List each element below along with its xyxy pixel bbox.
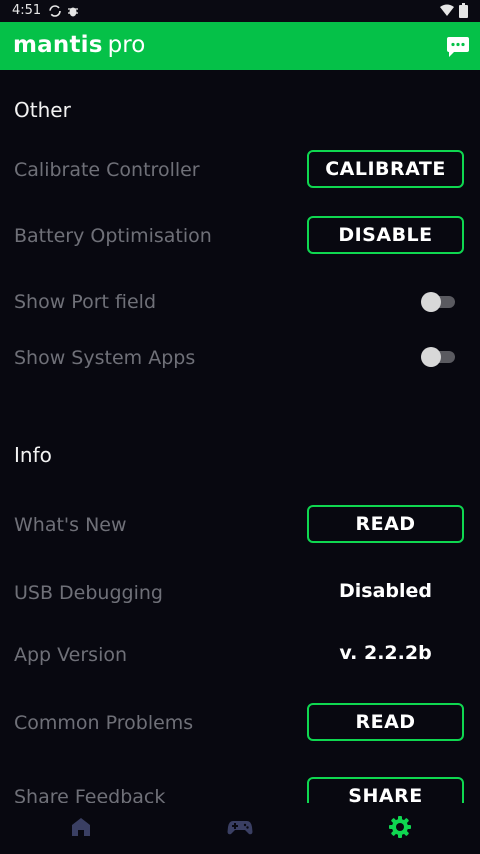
- toggle-knob: [421, 292, 441, 312]
- status-time: 4:51: [12, 3, 42, 18]
- wifi-icon: [440, 4, 454, 16]
- app-version-label: App Version: [14, 644, 128, 666]
- app-logo: mantis pro: [13, 31, 145, 59]
- battery-icon: [459, 3, 468, 18]
- brand-suffix: pro: [107, 32, 146, 58]
- show-port-field-label: Show Port field: [14, 291, 157, 313]
- section-title-info: Info: [14, 443, 52, 467]
- bottom-navigation: [0, 803, 480, 854]
- status-bar: 4:51: [0, 0, 480, 22]
- show-system-apps-toggle[interactable]: [421, 347, 457, 367]
- home-icon[interactable]: [68, 815, 94, 839]
- show-port-field-toggle[interactable]: [421, 292, 457, 312]
- app-version-value: v. 2.2.2b: [339, 642, 432, 664]
- section-title-other: Other: [14, 98, 71, 122]
- bug-icon: [68, 7, 78, 17]
- app-bar: mantis pro: [0, 22, 480, 70]
- settings-content[interactable]: Other Calibrate Controller CALIBRATE Bat…: [0, 70, 480, 803]
- sync-icon: [49, 5, 61, 17]
- battery-optimisation-label: Battery Optimisation: [14, 225, 212, 247]
- brand-name: mantis: [13, 32, 103, 58]
- disable-battery-optimisation-button[interactable]: DISABLE: [307, 216, 464, 254]
- toggle-knob: [421, 347, 441, 367]
- common-problems-read-button[interactable]: READ: [307, 703, 464, 741]
- calibrate-button[interactable]: CALIBRATE: [307, 150, 464, 188]
- calibrate-controller-label: Calibrate Controller: [14, 159, 200, 181]
- show-system-apps-label: Show System Apps: [14, 347, 196, 369]
- common-problems-label: Common Problems: [14, 712, 194, 734]
- whats-new-label: What's New: [14, 514, 127, 536]
- chat-icon[interactable]: [446, 36, 470, 58]
- share-feedback-label: Share Feedback: [14, 786, 166, 803]
- whats-new-read-button[interactable]: READ: [307, 505, 464, 543]
- settings-icon[interactable]: [387, 815, 413, 839]
- usb-debugging-label: USB Debugging: [14, 582, 163, 604]
- share-feedback-button[interactable]: SHARE: [307, 777, 464, 803]
- usb-debugging-value: Disabled: [338, 580, 432, 602]
- gamepad-icon[interactable]: [227, 815, 253, 839]
